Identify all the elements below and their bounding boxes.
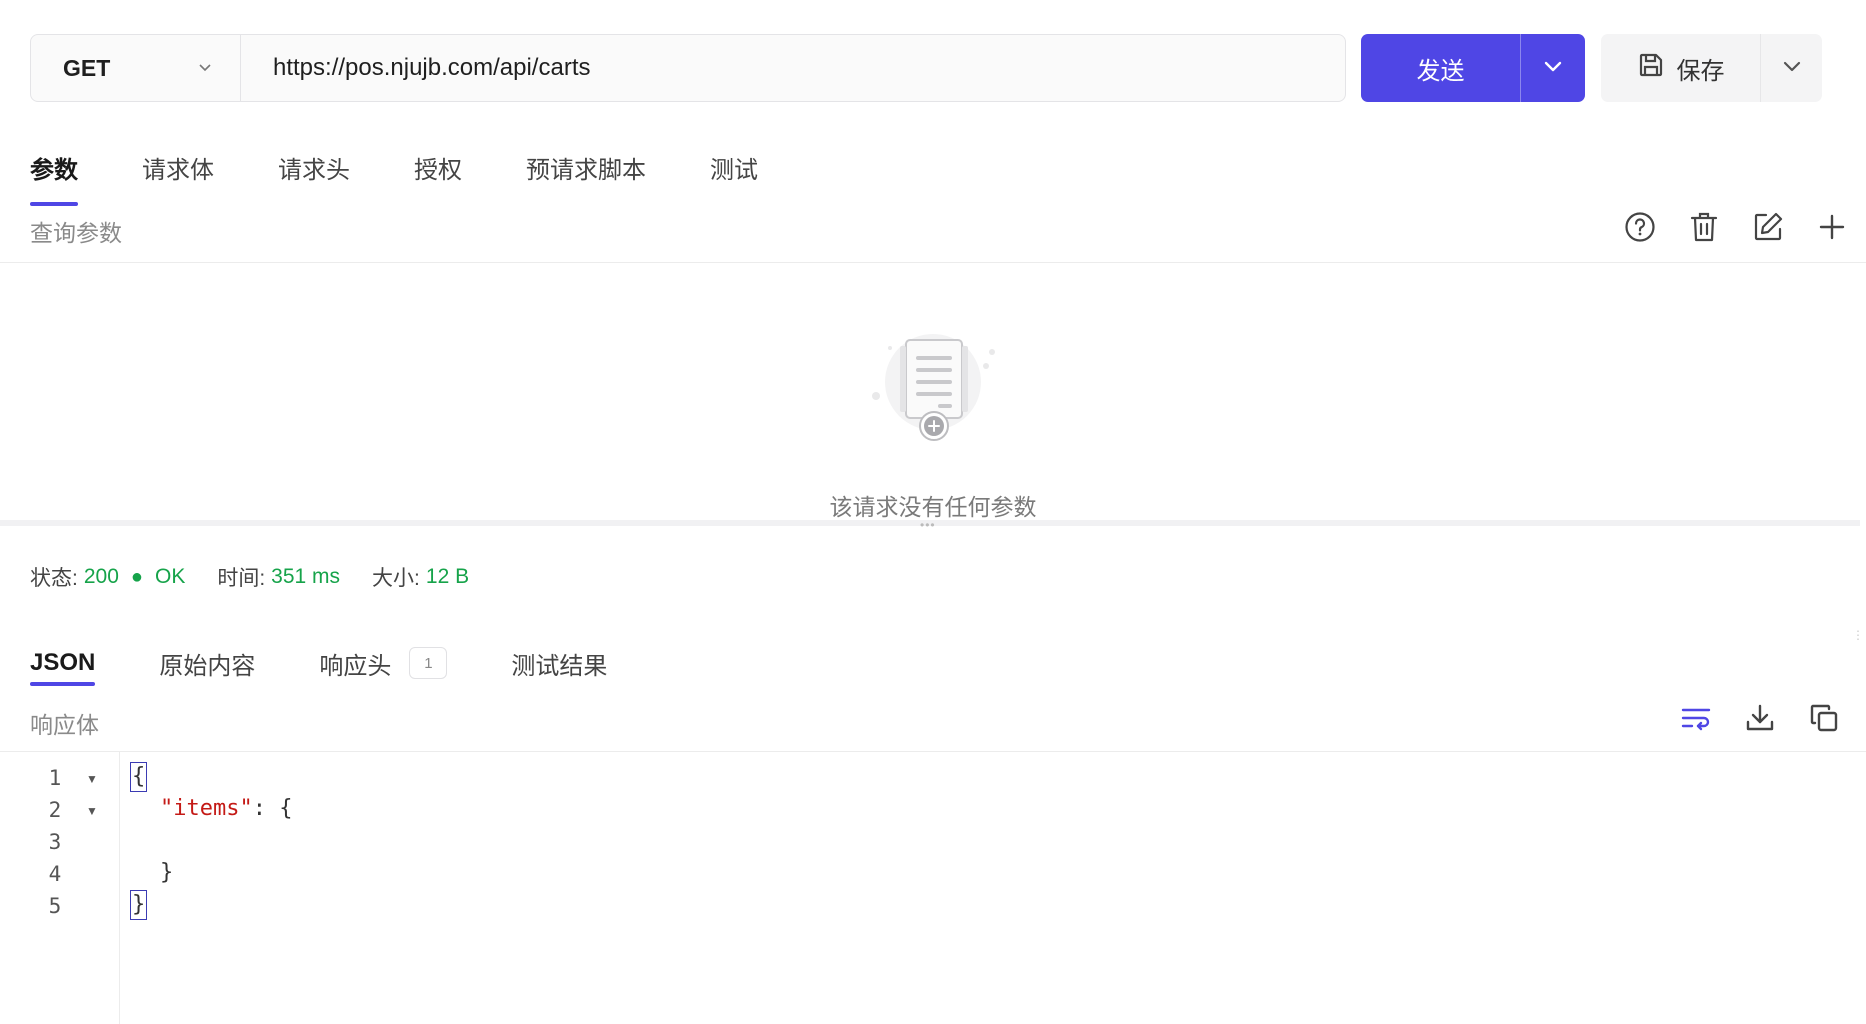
line-gutter: 1 ▼ 2 ▼ 3 4 5 (0, 752, 120, 1024)
tab-auth[interactable]: 授权 (414, 150, 462, 206)
tab-json[interactable]: JSON (30, 640, 96, 686)
line-number: 5 (48, 894, 62, 918)
response-status-bar: 状态: 200 ● OK 时间: 351 ms 大小: 12 B (30, 562, 501, 592)
time-item: 时间: 351 ms (217, 562, 340, 592)
method-select[interactable]: GET (31, 35, 241, 101)
tab-label: 请求体 (142, 157, 214, 184)
request-bar: GET https://pos.njujb.com/api/carts 发送 保… (30, 34, 1830, 102)
request-tabs: 参数 请求体 请求头 授权 预请求脚本 测试 (30, 150, 822, 206)
save-button[interactable]: 保存 (1601, 34, 1761, 102)
url-group: GET https://pos.njujb.com/api/carts (30, 34, 1346, 102)
json-key: "items" (160, 796, 253, 821)
tab-label: 预请求脚本 (526, 157, 646, 184)
tab-headers[interactable]: 请求头 (278, 150, 350, 206)
json-punctuation: } (160, 860, 174, 885)
tab-pre-request-script[interactable]: 预请求脚本 (526, 150, 646, 206)
matched-bracket: } (130, 890, 148, 920)
status-dot-icon: ● (130, 565, 143, 588)
fold-arrow-icon[interactable]: ▼ (86, 804, 98, 818)
help-icon (1624, 211, 1656, 248)
tab-body[interactable]: 请求体 (142, 150, 214, 206)
size-item: 大小: 12 B (372, 562, 469, 592)
chevron-down-icon (198, 59, 212, 77)
send-label: 发送 (1416, 57, 1465, 85)
save-label: 保存 (1676, 57, 1725, 85)
response-code-editor[interactable]: 1 ▼ 2 ▼ 3 4 5 { "items": { } } (0, 752, 1866, 1024)
plus-icon (1818, 213, 1846, 246)
fold-arrow-icon[interactable]: ▼ (86, 772, 98, 786)
params-header: 查询参数 (0, 206, 1866, 263)
code-line: } (130, 890, 148, 920)
time-value: 351 ms (271, 565, 341, 588)
add-param-button[interactable] (1800, 209, 1864, 249)
url-input[interactable]: https://pos.njujb.com/api/carts (241, 35, 1345, 101)
status-label: 状态: (30, 567, 78, 590)
tab-test-results[interactable]: 测试结果 (511, 640, 607, 686)
empty-document-icon (0, 330, 1866, 450)
matched-bracket: { (130, 762, 148, 792)
status-text: OK (154, 565, 186, 588)
help-button[interactable] (1608, 209, 1672, 249)
tab-label: 响应头 (319, 652, 392, 680)
save-group: 保存 (1601, 34, 1822, 102)
response-section-title: 响应体 (30, 712, 99, 738)
line-number: 1 (48, 766, 62, 790)
copy-button[interactable] (1792, 700, 1856, 740)
delete-button[interactable] (1672, 209, 1736, 249)
tab-raw[interactable]: 原始内容 (159, 640, 255, 686)
tab-label: 测试结果 (511, 652, 608, 680)
empty-state-text: 该请求没有任何参数 (829, 494, 1037, 520)
tab-label: 请求头 (278, 157, 350, 184)
status-code: 200 (83, 565, 119, 588)
chevron-down-icon (1782, 59, 1802, 78)
save-options-button[interactable] (1761, 34, 1822, 102)
url-value: https://pos.njujb.com/api/carts (273, 54, 591, 81)
chevron-down-icon (1543, 59, 1563, 78)
bulk-edit-button[interactable] (1736, 209, 1800, 249)
params-toolbar (1608, 209, 1864, 249)
download-icon (1745, 703, 1775, 738)
params-section-title: 查询参数 (30, 220, 122, 246)
download-button[interactable] (1728, 700, 1792, 740)
tab-label: 参数 (30, 157, 78, 184)
line-number: 2 (48, 798, 62, 822)
wrap-lines-button[interactable] (1664, 700, 1728, 740)
status-item: 状态: 200 ● OK (30, 562, 185, 592)
copy-icon (1809, 703, 1839, 738)
headers-count-badge: 1 (409, 647, 448, 679)
time-label: 时间: (217, 567, 266, 590)
response-tabs: JSON 原始内容 响应头 1 测试结果 (30, 640, 671, 686)
response-body-header: 响应体 (0, 700, 1866, 752)
tab-response-headers[interactable]: 响应头 1 (319, 640, 448, 686)
tab-label: 测试 (710, 157, 758, 184)
resize-handle-icon[interactable]: ⋮ (1852, 629, 1864, 641)
params-empty-state: 该请求没有任何参数 (0, 330, 1866, 520)
tab-label: 原始内容 (159, 652, 256, 680)
code-line: { (130, 762, 148, 792)
code-line: } (160, 860, 173, 885)
wrap-lines-icon (1680, 704, 1712, 737)
line-number: 3 (48, 830, 62, 854)
drag-handle-icon[interactable]: ••• (920, 519, 936, 531)
size-value: 12 B (425, 565, 470, 588)
send-group: 发送 (1361, 34, 1585, 102)
tab-label: 授权 (414, 157, 462, 184)
code-line: "items": { (160, 796, 292, 821)
tab-tests[interactable]: 测试 (710, 150, 758, 206)
trash-icon (1689, 211, 1719, 248)
send-button[interactable]: 发送 (1361, 34, 1521, 102)
method-value: GET (63, 54, 111, 81)
response-toolbar (1664, 700, 1856, 740)
line-number: 4 (48, 862, 62, 886)
tab-params[interactable]: 参数 (30, 150, 78, 206)
send-options-button[interactable] (1521, 34, 1585, 102)
tab-label: JSON (30, 649, 96, 676)
save-icon (1637, 51, 1665, 86)
json-punctuation: : { (252, 796, 293, 821)
edit-icon (1752, 211, 1784, 248)
size-label: 大小: (372, 567, 420, 590)
